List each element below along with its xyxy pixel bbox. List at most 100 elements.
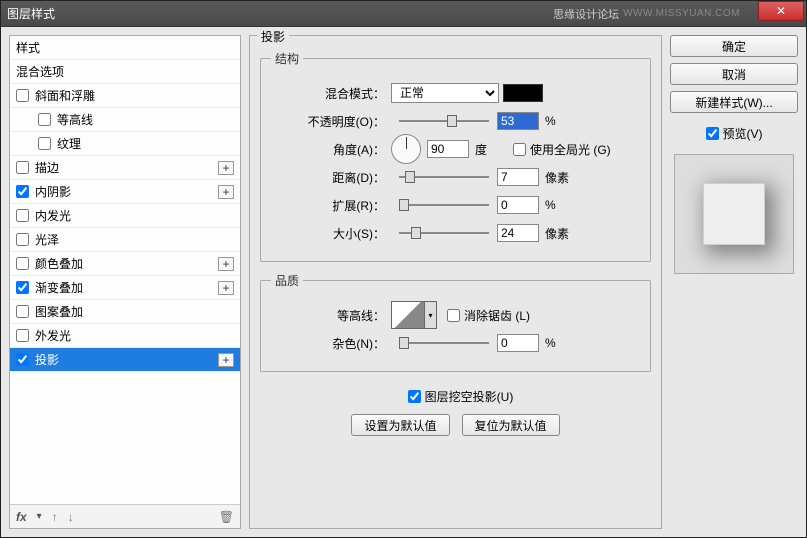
fx-icon[interactable]: fx — [16, 510, 27, 524]
quality-group: 品质 等高线： ▾ 消除锯齿 (L) 杂色(N)： — [260, 272, 651, 372]
section-title: 投影 — [257, 28, 289, 45]
blend-options-header[interactable]: 混合选项 — [10, 60, 240, 84]
settings-panel: 投影 结构 混合模式： 正常 不透明度(O)： — [249, 35, 662, 529]
add-effect-icon[interactable]: + — [218, 281, 234, 295]
style-item[interactable]: 内阴影 + — [10, 180, 240, 204]
style-item-checkbox[interactable] — [16, 233, 29, 246]
styles-list: 样式 混合选项 斜面和浮雕等高线纹理描边+ 内阴影 + 内发光光泽颜色叠加+ 渐变叠加 +… — [10, 36, 240, 504]
style-item-label: 等高线 — [57, 111, 93, 128]
knockout-cb[interactable] — [408, 390, 421, 403]
close-icon: ✕ — [776, 4, 786, 18]
style-item-checkbox[interactable] — [16, 89, 29, 102]
dialog-body: 样式 混合选项 斜面和浮雕等高线纹理描边+ 内阴影 + 内发光光泽颜色叠加+ 渐变叠加 +… — [1, 27, 806, 537]
style-item-checkbox[interactable] — [16, 161, 29, 174]
global-light-cb[interactable] — [513, 143, 526, 156]
shadow-color-swatch[interactable] — [503, 84, 543, 102]
preview-swatch — [703, 183, 765, 245]
add-effect-icon[interactable]: + — [218, 257, 234, 271]
style-item-checkbox[interactable] — [16, 209, 29, 222]
style-item-checkbox[interactable] — [38, 113, 51, 126]
style-item[interactable]: 渐变叠加 + — [10, 276, 240, 300]
ok-button[interactable]: 确定 — [670, 35, 798, 57]
style-item-label: 斜面和浮雕 — [35, 87, 95, 104]
window-title: 图层样式 — [7, 5, 553, 22]
antialias-cb[interactable] — [447, 309, 460, 322]
cancel-button[interactable]: 取消 — [670, 63, 798, 85]
opacity-slider[interactable] — [399, 118, 489, 124]
noise-unit: % — [545, 336, 573, 350]
new-style-button[interactable]: 新建样式(W)... — [670, 91, 798, 113]
angle-input[interactable] — [427, 140, 469, 158]
style-item-label: 投影 — [35, 351, 59, 368]
action-panel: 确定 取消 新建样式(W)... 预览(V) — [670, 35, 798, 529]
style-item[interactable]: 外发光 — [10, 324, 240, 348]
size-unit: 像素 — [545, 225, 573, 242]
blend-options-label: 混合选项 — [16, 63, 64, 80]
global-light-checkbox[interactable]: 使用全局光 (G) — [513, 141, 611, 158]
knockout-checkbox[interactable]: 图层挖空投影(U) — [408, 388, 514, 405]
url-text: WWW.MISSYUAN.COM — [623, 8, 740, 19]
structure-group: 结构 混合模式： 正常 不透明度(O)： % — [260, 50, 651, 262]
size-slider[interactable] — [399, 230, 489, 236]
distance-slider[interactable] — [399, 174, 489, 180]
styles-header-label: 样式 — [16, 39, 40, 56]
spread-input[interactable] — [497, 196, 539, 214]
angle-label: 角度(A)： — [271, 141, 391, 158]
style-item[interactable]: 图案叠加 — [10, 300, 240, 324]
style-item-label: 内阴影 — [35, 183, 71, 200]
forum-text: 思缘设计论坛 — [553, 6, 619, 22]
preview-box — [674, 154, 794, 274]
style-item-label: 光泽 — [35, 231, 59, 248]
style-item-label: 渐变叠加 — [35, 279, 83, 296]
angle-dial[interactable] — [391, 134, 421, 164]
add-effect-icon[interactable]: + — [218, 161, 234, 175]
add-effect-icon[interactable]: + — [218, 185, 234, 199]
style-item-label: 内发光 — [35, 207, 71, 224]
style-item-checkbox[interactable] — [16, 353, 29, 366]
style-item[interactable]: 等高线 — [10, 108, 240, 132]
style-item-checkbox[interactable] — [16, 305, 29, 318]
blend-mode-select[interactable]: 正常 — [391, 83, 499, 103]
fx-menu-icon[interactable]: ▾ — [37, 511, 42, 522]
angle-unit: 度 — [475, 141, 503, 158]
move-up-icon[interactable]: ↑ — [52, 510, 58, 524]
style-item[interactable]: 纹理 — [10, 132, 240, 156]
contour-dropdown-icon[interactable]: ▾ — [425, 301, 437, 329]
antialias-checkbox[interactable]: 消除锯齿 (L) — [447, 307, 530, 324]
style-item-checkbox[interactable] — [38, 137, 51, 150]
style-item-checkbox[interactable] — [16, 185, 29, 198]
noise-label: 杂色(N)： — [271, 335, 391, 352]
style-item-label: 纹理 — [57, 135, 81, 152]
style-item-label: 外发光 — [35, 327, 71, 344]
style-item[interactable]: 颜色叠加+ — [10, 252, 240, 276]
style-item-checkbox[interactable] — [16, 257, 29, 270]
style-item[interactable]: 描边+ — [10, 156, 240, 180]
style-item[interactable]: 斜面和浮雕 — [10, 84, 240, 108]
noise-slider[interactable] — [399, 340, 489, 346]
add-effect-icon[interactable]: + — [218, 353, 234, 367]
style-item[interactable]: 内发光 — [10, 204, 240, 228]
style-item-checkbox[interactable] — [16, 329, 29, 342]
reset-default-button[interactable]: 复位为默认值 — [462, 414, 560, 436]
spread-slider[interactable] — [399, 202, 489, 208]
size-input[interactable] — [497, 224, 539, 242]
opacity-input[interactable] — [497, 112, 539, 130]
make-default-button[interactable]: 设置为默认值 — [351, 414, 449, 436]
blend-mode-label: 混合模式： — [271, 85, 391, 102]
move-down-icon[interactable]: ↓ — [68, 510, 74, 524]
preview-cb[interactable] — [706, 127, 719, 140]
distance-label: 距离(D)： — [271, 169, 391, 186]
preview-checkbox[interactable]: 预览(V) — [670, 125, 798, 142]
style-item-checkbox[interactable] — [16, 281, 29, 294]
style-item-label: 图案叠加 — [35, 303, 83, 320]
close-button[interactable]: ✕ — [758, 1, 804, 21]
style-item[interactable]: 光泽 — [10, 228, 240, 252]
styles-header[interactable]: 样式 — [10, 36, 240, 60]
style-item[interactable]: 投影 + — [10, 348, 240, 372]
layer-style-dialog: 图层样式 思缘设计论坛 WWW.MISSYUAN.COM ✕ 样式 混合选项 斜… — [0, 0, 807, 538]
noise-input[interactable] — [497, 334, 539, 352]
distance-input[interactable] — [497, 168, 539, 186]
spread-label: 扩展(R)： — [271, 197, 391, 214]
trash-icon[interactable]: 🗑 — [219, 510, 234, 524]
contour-swatch[interactable] — [391, 301, 425, 329]
